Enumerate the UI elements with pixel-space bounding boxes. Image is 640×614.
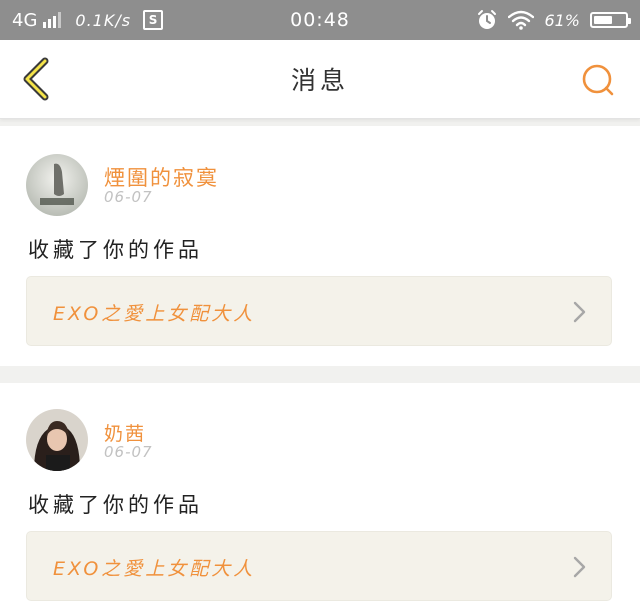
chevron-right-icon [573,301,586,323]
alarm-icon [478,10,497,29]
work-link[interactable]: EXO之愛上女配大人 [26,276,612,346]
status-bar: 4G 0.1K/s S 00:48 61% [0,0,640,40]
status-left: 4G 0.1K/s S [12,0,164,40]
work-link[interactable]: EXO之愛上女配大人 [26,531,612,601]
page-title: 消息 [290,66,349,95]
search-icon [582,64,614,96]
chevron-right-icon [573,556,586,578]
avatar-image [26,154,88,216]
message-action: 收藏了你的作品 [28,238,203,262]
network-speed: 0.1K/s [75,10,132,30]
message-card: 奶茜 06-07 收藏了你的作品 EXO之愛上女配大人 [0,383,640,614]
chevron-left-icon [23,57,49,101]
battery-percent: 61% [544,10,580,30]
back-button[interactable] [14,56,58,102]
wifi-icon [508,10,535,30]
message-action: 收藏了你的作品 [28,493,203,517]
app-header: 消息 [0,40,640,119]
username[interactable]: 奶茜 [104,419,146,446]
avatar-image [26,409,88,471]
avatar[interactable] [26,154,88,216]
signal-icon [43,12,62,28]
search-button[interactable] [578,60,618,100]
s-badge-icon: S [143,10,164,30]
network-type: 4G [12,9,38,31]
work-title: EXO之愛上女配大人 [53,302,256,325]
battery-icon [590,12,631,28]
avatar[interactable] [26,409,88,471]
work-title: EXO之愛上女配大人 [53,557,256,580]
status-right: 61% [476,0,631,40]
message-card: 煙圍的寂寞 06-07 收藏了你的作品 EXO之愛上女配大人 [0,126,640,366]
message-date: 06-07 [104,443,153,461]
battery-fill [594,16,612,24]
message-date: 06-07 [104,188,153,206]
